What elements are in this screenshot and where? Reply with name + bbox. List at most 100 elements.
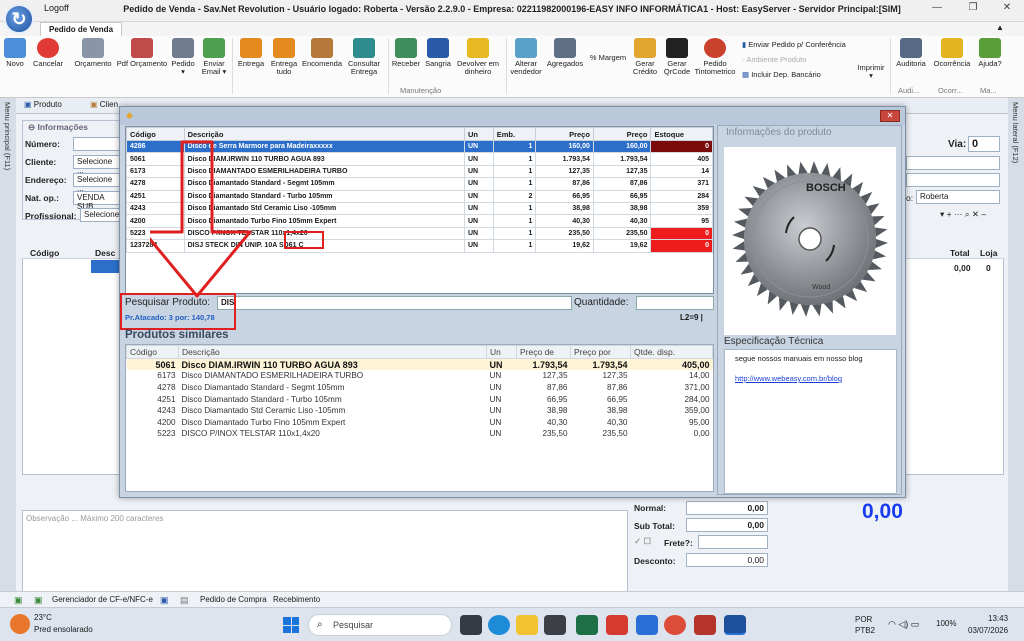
chrome-icon[interactable] [664,615,686,635]
excel-icon[interactable] [576,615,598,635]
left-side-menu[interactable]: Menu principal (F11) [0,98,16,608]
via-field[interactable]: 0 [968,136,1000,152]
consultar-entrega-button[interactable]: Consultar Entrega [344,38,384,76]
enviar-email-button[interactable]: Enviar Email ▾ [200,38,228,76]
tab-cliente[interactable]: ▣ Clien [90,100,118,109]
devolver-dinheiro-button[interactable]: Devolver em dinheiro [454,38,502,76]
rh-codigo[interactable]: Código [126,127,185,141]
auditoria-button[interactable]: Auditoria [894,38,928,68]
endereco-field[interactable]: Selecione ... [73,173,121,193]
status-item-recebimento[interactable]: Recebimento [273,595,320,604]
rh-estoque[interactable]: Estoque [650,127,713,141]
agregados-button[interactable]: Agregados [546,38,584,68]
warning-icon [941,38,963,58]
lang-1[interactable]: POR [855,615,872,624]
entrega-button[interactable]: Entrega [236,38,266,68]
status-icon-3: ▣ [160,595,169,605]
dialog-icon: ◆ [126,110,133,120]
pedido-button[interactable]: Pedido ▾ [170,38,196,76]
active-cell[interactable] [91,260,119,273]
incluir-dep-bancario-button[interactable]: ▦ Incluir Dep. Bancário [742,70,821,79]
gerar-qrcode-button[interactable]: Gerar QrCode [662,38,692,76]
pedido-tintometrico-button[interactable]: Pedido Tintometrico [694,38,736,76]
clock-time[interactable]: 13:43 [988,614,1008,623]
dialog-close-button[interactable]: ✕ [880,110,900,122]
lang-2[interactable]: PTB2 [855,626,875,635]
sh-preco-de[interactable]: Preço de [516,345,571,359]
spec-link[interactable]: http://www.webeasy.com.br/blog [735,374,842,383]
maximize-button[interactable]: ❐ [956,2,990,18]
sh-preco-por[interactable]: Preço por [570,345,631,359]
ambiente-produto-button[interactable]: ▫ Ambiente Produto [742,55,806,64]
sangria-button[interactable]: Sangria [424,38,452,68]
gerar-credito-button[interactable]: Gerar Crédito [630,38,660,76]
sh-un[interactable]: Un [486,345,517,359]
app-logo-icon[interactable]: ↻ [4,4,34,34]
margem-button[interactable]: % Margem [588,54,628,62]
cliente-field[interactable]: Selecione ... [73,155,121,175]
receber-button[interactable]: Receber [390,38,422,68]
extra-field-2[interactable] [906,173,1000,187]
right-side-menu[interactable]: Menu lateral (F12) [1008,98,1024,608]
similar-cell-p1: 1.793,54 [516,358,571,371]
anydesk-icon[interactable] [606,615,628,635]
rh-un[interactable]: Un [463,127,494,141]
rh-descricao[interactable]: Descrição [183,127,465,141]
pdf-orcamento-button[interactable]: Pdf Orçamento [116,38,168,68]
similar-row[interactable]: 4251 Disco Diamantado Standard - Turbo 10… [127,393,713,405]
close-window-button[interactable]: ✕ [990,2,1024,18]
vendedor-field[interactable]: Roberta [916,190,1000,204]
savnet-taskbar-icon[interactable] [724,615,746,635]
desconto-field[interactable]: 0,00 [686,553,768,567]
clock-date[interactable]: 03/07/2026 [968,626,1008,635]
similar-row[interactable]: 4200 Disco Diamantado Turbo Fino 105mm Ex… [127,416,713,428]
ribbon-tab-pedido-de-venda[interactable]: Pedido de Venda [40,22,123,36]
similar-row[interactable]: 4243 Disco Diamantado Std Ceramic Liso -1… [127,405,713,417]
item-toolbar[interactable]: ▾ + ··· ⌕ ✕ – [940,209,986,220]
orcamento-button[interactable]: Orçamento [72,38,114,68]
rh-emb[interactable]: Emb. [492,127,537,141]
similar-products-table[interactable]: Código Descrição Un Preço de Preço por Q… [125,344,714,492]
sh-descricao[interactable]: Descrição [178,345,487,359]
alterar-vendedor-button[interactable]: Alterar vendedor [508,38,544,76]
task-view-icon[interactable] [460,615,482,635]
sh-codigo[interactable]: Código [126,345,179,359]
edge-icon[interactable] [488,615,510,635]
similar-row[interactable]: 5061 Disco DIAM.IRWIN 110 TURBO AGUA 893 U… [126,358,713,371]
tray-icons[interactable]: ◠ ◁) ▭ [888,619,919,630]
similar-row[interactable]: 6173 Disco DIAMANTADO ESMERILHADEIRA TURB… [127,370,713,382]
novo-button[interactable]: Novo [4,38,26,68]
status-item-compra[interactable]: Pedido de Compra [200,595,267,604]
search-product-input[interactable]: DIS [217,296,572,310]
minimize-button[interactable]: — [920,2,954,18]
quantity-input[interactable] [636,296,714,310]
file-explorer-icon[interactable] [516,615,538,635]
weather-icon[interactable] [10,614,30,634]
encomenda-button[interactable]: Encomenda [302,38,342,68]
app-icon-1[interactable] [544,615,566,635]
ocorrencia-button[interactable]: Ocorrência [932,38,972,68]
taskbar-search[interactable]: ⌕ Pesquisar [308,614,452,636]
ajuda-button[interactable]: Ajuda? [976,38,1004,68]
app-icon-3[interactable] [694,615,716,635]
similar-row[interactable]: 5223 DISCO P/INOX TELSTAR 110x1,4x20 UN 235… [127,428,713,440]
numero-field[interactable] [73,137,121,151]
frete-check-icon[interactable]: ✓ ☐ [634,536,651,547]
rh-preco2[interactable]: Preço [592,127,652,141]
frete-field[interactable] [698,535,768,549]
tab-produto[interactable]: ▣ Produto [24,100,62,109]
status-item-cfe[interactable]: Gerenciador de CF-e/NFC-e [52,595,153,604]
imprimir-button[interactable]: Imprimir ▾ [856,64,886,80]
windows-start-icon[interactable] [283,617,299,633]
app-icon-2[interactable] [636,615,658,635]
similar-row[interactable]: 4278 Disco Diamantado Standard - Segmt 10… [127,382,713,394]
sh-qtde[interactable]: Qtde. disp. [630,345,713,359]
collapse-ribbon-icon[interactable]: ▲ [996,23,1010,35]
profissional-field[interactable]: Selecione [80,208,121,222]
cancelar-button[interactable]: Cancelar [32,38,64,68]
rh-preco[interactable]: Preço [535,127,594,141]
entrega-tudo-button[interactable]: Entrega tudo [268,38,300,76]
natop-field[interactable]: VENDA SUB [73,191,121,211]
enviar-conferencia-button[interactable]: ▮ Enviar Pedido p/ Conferência [742,40,846,49]
extra-field-1[interactable] [906,156,1000,170]
